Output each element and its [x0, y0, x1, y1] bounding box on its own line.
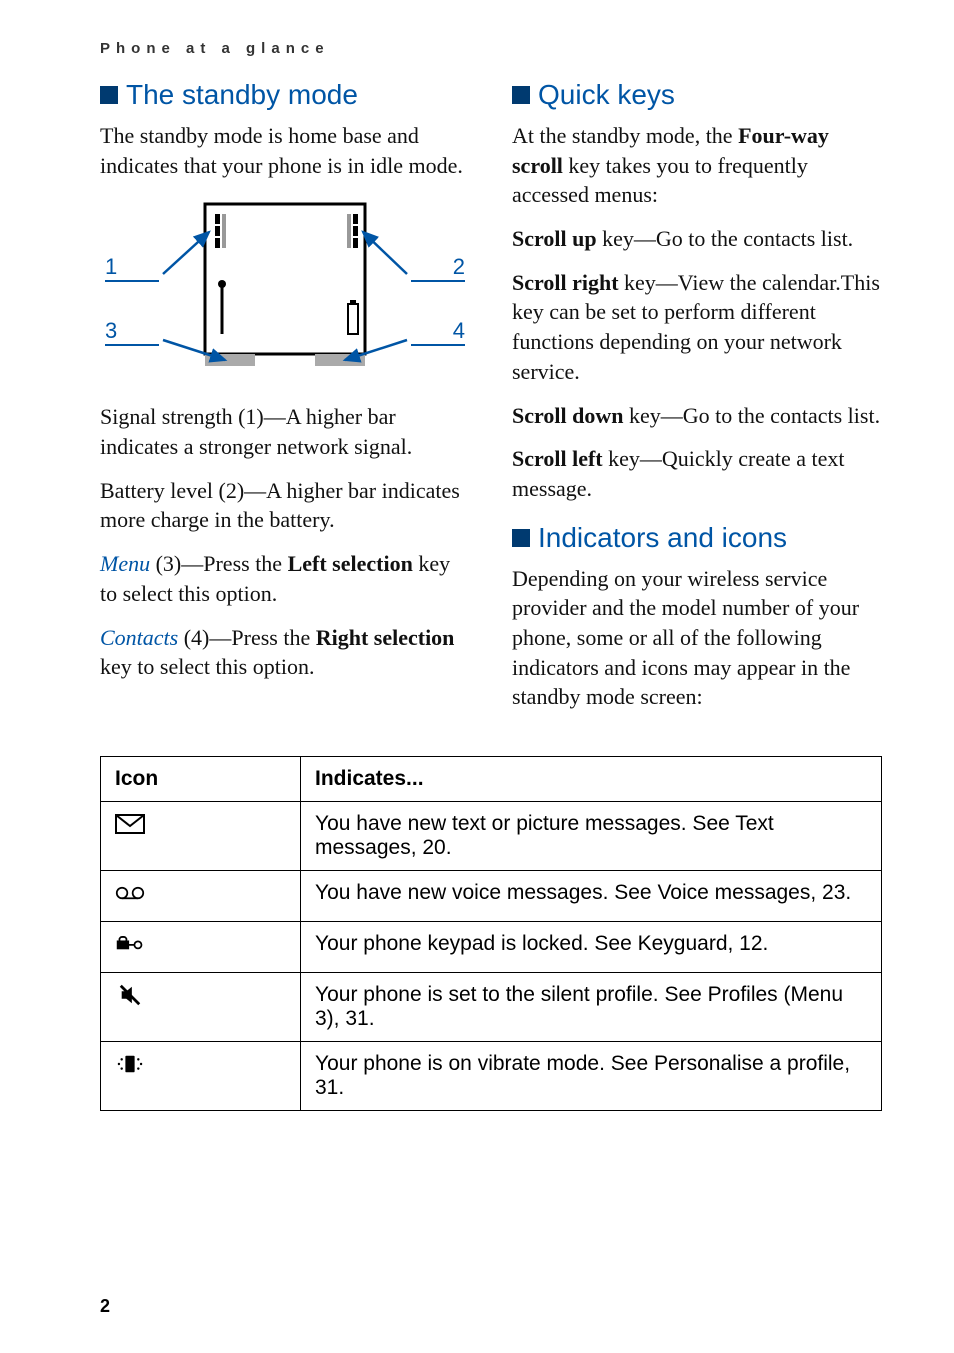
battery-level-text: Battery level (2)—A higher bar indicates…: [100, 476, 470, 535]
table-header-indicates: Indicates...: [301, 757, 882, 802]
key-lock-icon: [115, 932, 145, 956]
silent-icon: [115, 983, 145, 1007]
table-row: Your phone is on vibrate mode. See Perso…: [101, 1042, 882, 1111]
standby-intro: The standby mode is home base and indica…: [100, 121, 470, 180]
voicemail-icon: [115, 881, 145, 905]
indicators-title: Indicators and icons: [538, 522, 787, 554]
scroll-left-text: Scroll left key—Quickly create a text me…: [512, 444, 882, 503]
phone-screen-icon: [115, 194, 455, 384]
envelope-icon: [115, 812, 145, 836]
table-cell-text: You have new voice messages. See Voice m…: [301, 871, 882, 922]
menu-accent: Menu: [100, 551, 150, 576]
indicators-table: Icon Indicates... You have new text or p…: [100, 756, 882, 1111]
table-row: Your phone is set to the silent profile.…: [101, 973, 882, 1042]
table-row: You have new text or picture messages. S…: [101, 802, 882, 871]
indicators-intro: Depending on your wireless service provi…: [512, 564, 882, 712]
signal-strength-text: Signal strength (1)—A higher bar indicat…: [100, 402, 470, 461]
contacts-accent: Contacts: [100, 625, 178, 650]
table-cell-text: Your phone is set to the silent profile.…: [301, 973, 882, 1042]
standby-mode-heading: The standby mode: [100, 79, 470, 111]
scroll-down-text: Scroll down key—Go to the contacts list.: [512, 401, 882, 431]
right-column: Quick keys At the standby mode, the Four…: [512, 79, 882, 726]
diagram-label-1: 1: [105, 254, 159, 282]
standby-screen-diagram: 1 2 3 4: [115, 194, 455, 384]
table-row: Your phone keypad is locked. See Keyguar…: [101, 922, 882, 973]
diagram-label-4: 4: [411, 318, 465, 346]
table-cell-text: Your phone keypad is locked. See Keyguar…: [301, 922, 882, 973]
quick-keys-heading: Quick keys: [512, 79, 882, 111]
table-header-icon: Icon: [101, 757, 301, 802]
standby-mode-title: The standby mode: [126, 79, 358, 111]
scroll-up-text: Scroll up key—Go to the contacts list.: [512, 224, 882, 254]
bullet-square-icon: [512, 86, 530, 104]
bullet-square-icon: [100, 86, 118, 104]
bullet-square-icon: [512, 529, 530, 547]
left-column: The standby mode The standby mode is hom…: [100, 79, 470, 726]
contacts-softkey-text: Contacts (4)—Press the Right selection k…: [100, 623, 470, 682]
quick-keys-intro: At the standby mode, the Four-way scroll…: [512, 121, 882, 210]
table-row: You have new voice messages. See Voice m…: [101, 871, 882, 922]
quick-keys-title: Quick keys: [538, 79, 675, 111]
scroll-right-text: Scroll right key—View the calendar.This …: [512, 268, 882, 387]
page-number: 2: [100, 1296, 110, 1317]
table-cell-text: Your phone is on vibrate mode. See Perso…: [301, 1042, 882, 1111]
vibrate-icon: [115, 1052, 145, 1076]
indicators-heading: Indicators and icons: [512, 522, 882, 554]
table-cell-text: You have new text or picture messages. S…: [301, 802, 882, 871]
diagram-label-2: 2: [411, 254, 465, 282]
diagram-label-3: 3: [105, 318, 159, 346]
running-header: Phone at a glance: [100, 40, 882, 57]
menu-softkey-text: Menu (3)—Press the Left selection key to…: [100, 549, 470, 608]
